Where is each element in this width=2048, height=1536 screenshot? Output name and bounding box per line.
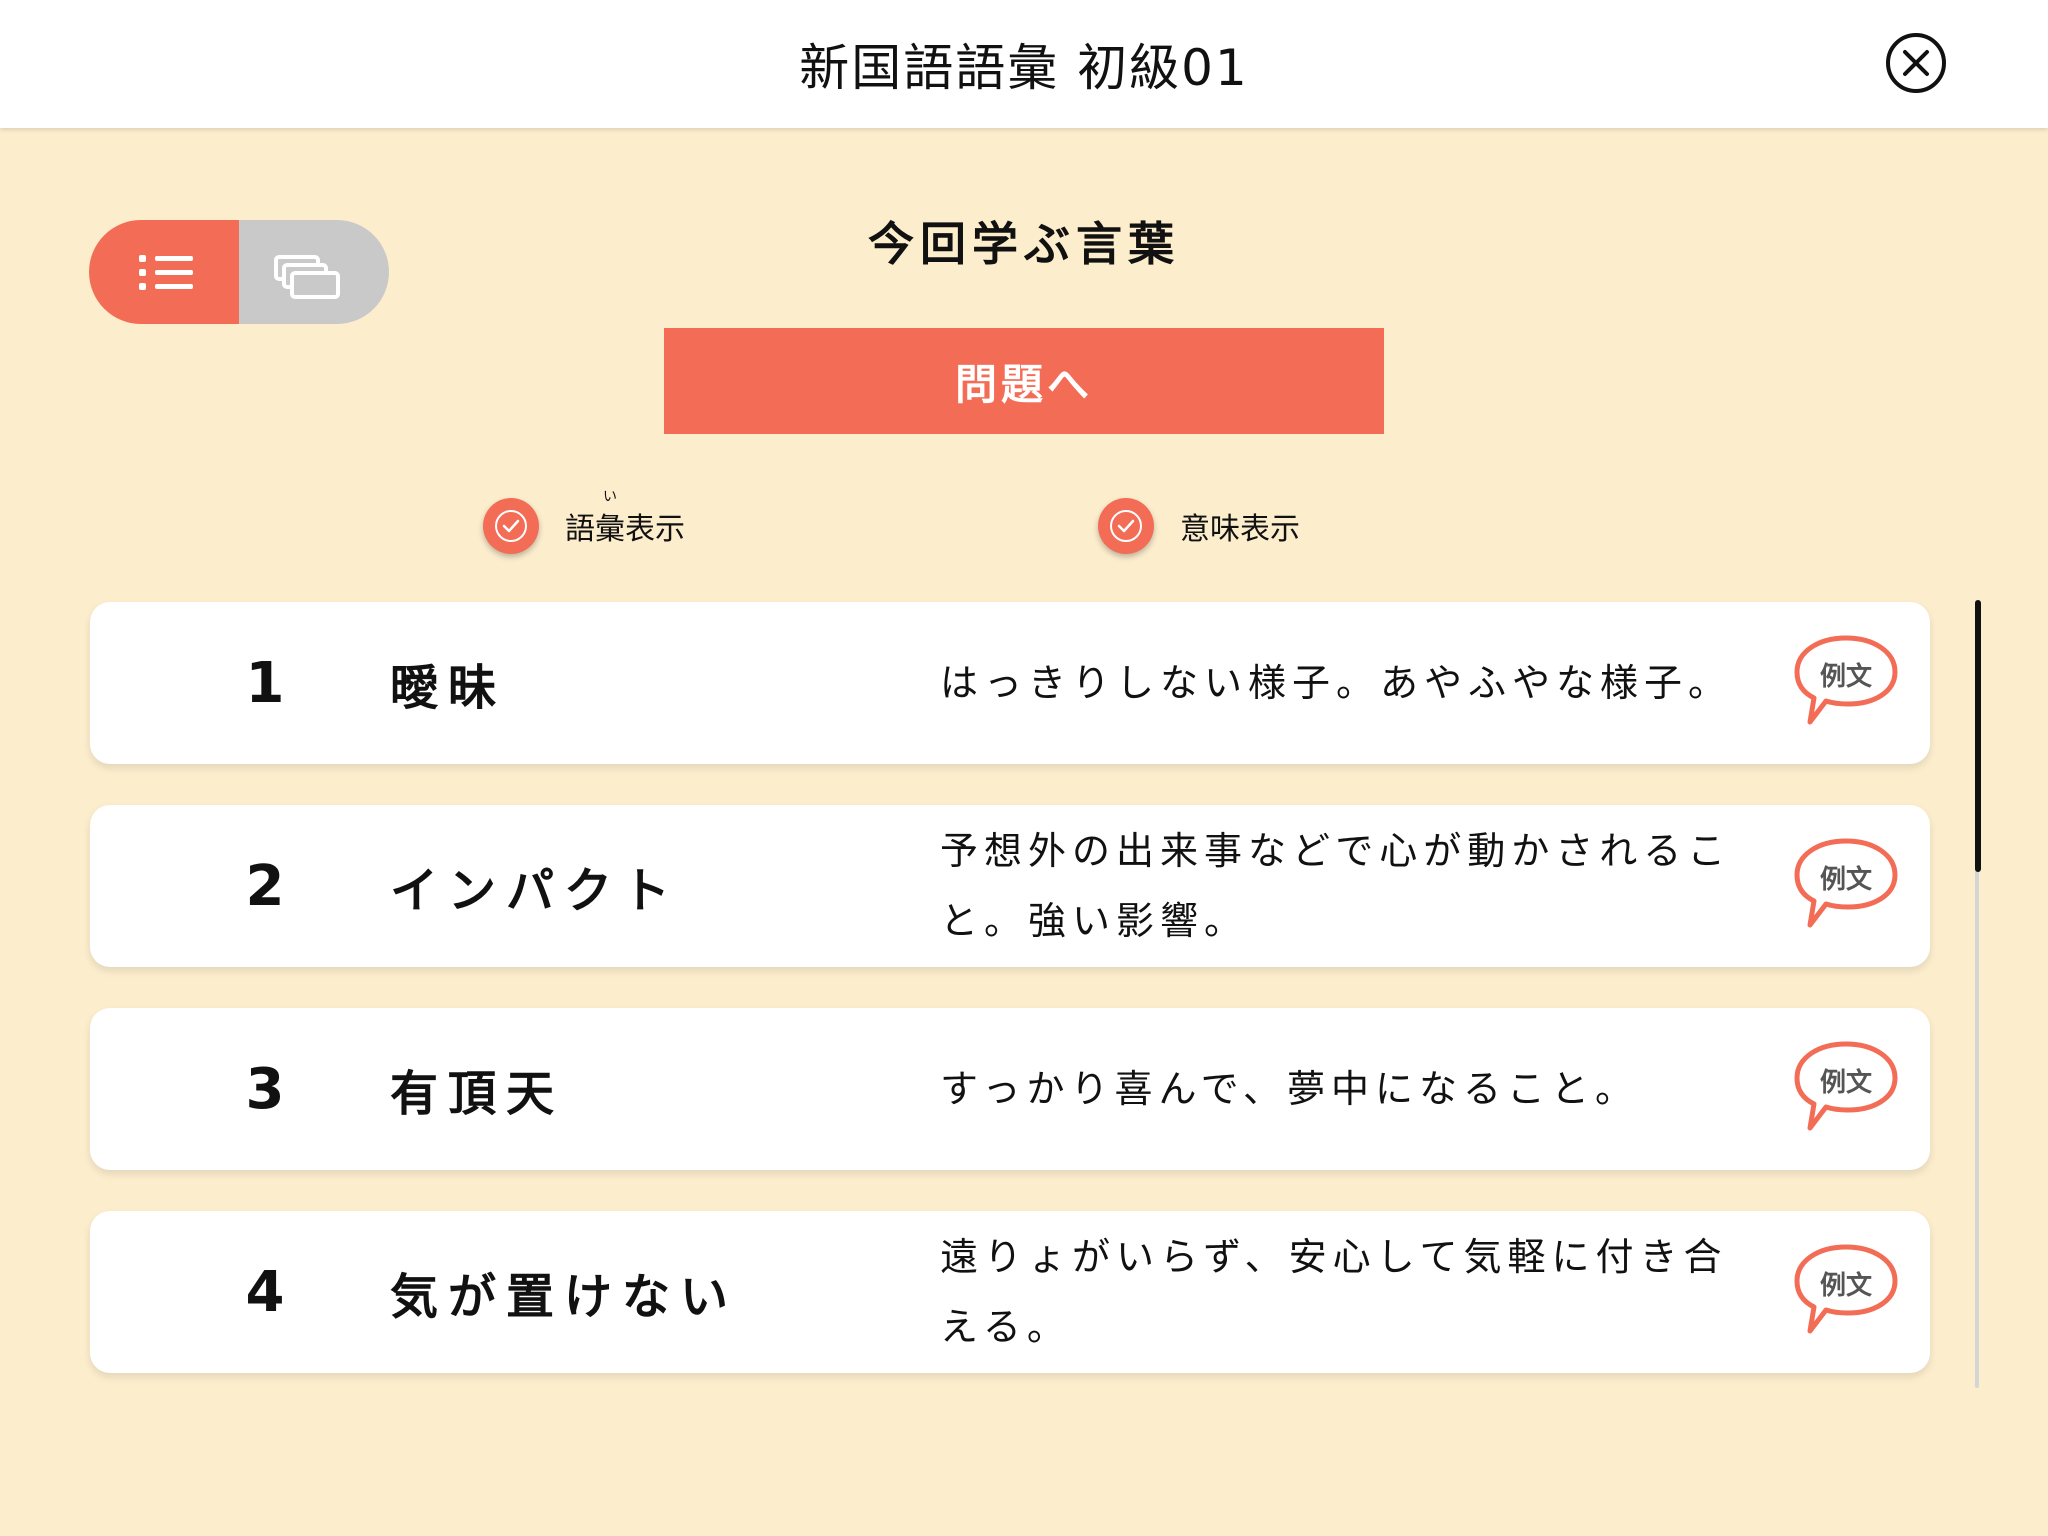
item-word: 気が置けない: [390, 1269, 739, 1325]
item-word: インパクト: [390, 863, 681, 919]
example-sentence-button[interactable]: 例文: [1790, 1241, 1902, 1341]
item-number: 1: [245, 650, 285, 716]
item-word: 曖昧: [390, 660, 507, 716]
example-sentence-button[interactable]: 例文: [1790, 835, 1902, 935]
meaning-display-checkbox[interactable]: [1098, 498, 1154, 554]
item-meaning: すっかり喜んで、夢中になること。: [940, 1067, 1640, 1111]
vocabulary-row: 3 有頂天 すっかり喜んで、夢中になること。 例文: [90, 1008, 1930, 1170]
item-number: 4: [245, 1259, 285, 1325]
item-meaning: はっきりしない様子。あやふやな様子。: [940, 661, 1733, 705]
scrollbar-thumb[interactable]: [1975, 600, 1981, 872]
item-number: 2: [245, 853, 285, 919]
item-meaning: 予想外の出来事などで心が動かされること。強い影響。: [940, 829, 1732, 943]
check-icon: [1110, 510, 1142, 542]
furigana: い: [603, 489, 617, 505]
go-to-quiz-button[interactable]: 問題へ: [664, 328, 1384, 434]
vocabulary-row: 4 気が置けない 遠りょがいらず、安心して気軽に付き合える。 例文: [90, 1211, 1930, 1373]
close-button[interactable]: [1886, 33, 1946, 93]
section-title: 今回学ぶ言葉: [868, 217, 1180, 271]
vocabulary-row: 1 曖昧 はっきりしない様子。あやふやな様子。 例文: [90, 602, 1930, 764]
item-word: 有頂天: [390, 1066, 565, 1122]
example-sentence-button[interactable]: 例文: [1790, 1038, 1902, 1138]
page-title: 新国語語彙 初級01: [799, 39, 1249, 97]
close-icon: [1903, 50, 1929, 76]
vocabulary-display-checkbox[interactable]: [483, 498, 539, 554]
example-sentence-button[interactable]: 例文: [1790, 632, 1902, 732]
meaning-display-toggle[interactable]: 意味表示: [1098, 496, 1300, 556]
vocabulary-display-toggle[interactable]: い 語彙表示: [483, 489, 685, 556]
meaning-display-label: 意味表示: [1180, 512, 1300, 547]
item-number: 3: [245, 1056, 285, 1122]
vocabulary-display-label: い 語彙表示: [565, 489, 685, 548]
vocabulary-row: 2 インパクト 予想外の出来事などで心が動かされること。強い影響。 例文: [90, 805, 1930, 967]
header-bar: 新国語語彙 初級01: [0, 0, 2048, 128]
item-meaning: 遠りょがいらず、安心して気軽に付き合える。: [940, 1235, 1728, 1349]
check-icon: [495, 510, 527, 542]
